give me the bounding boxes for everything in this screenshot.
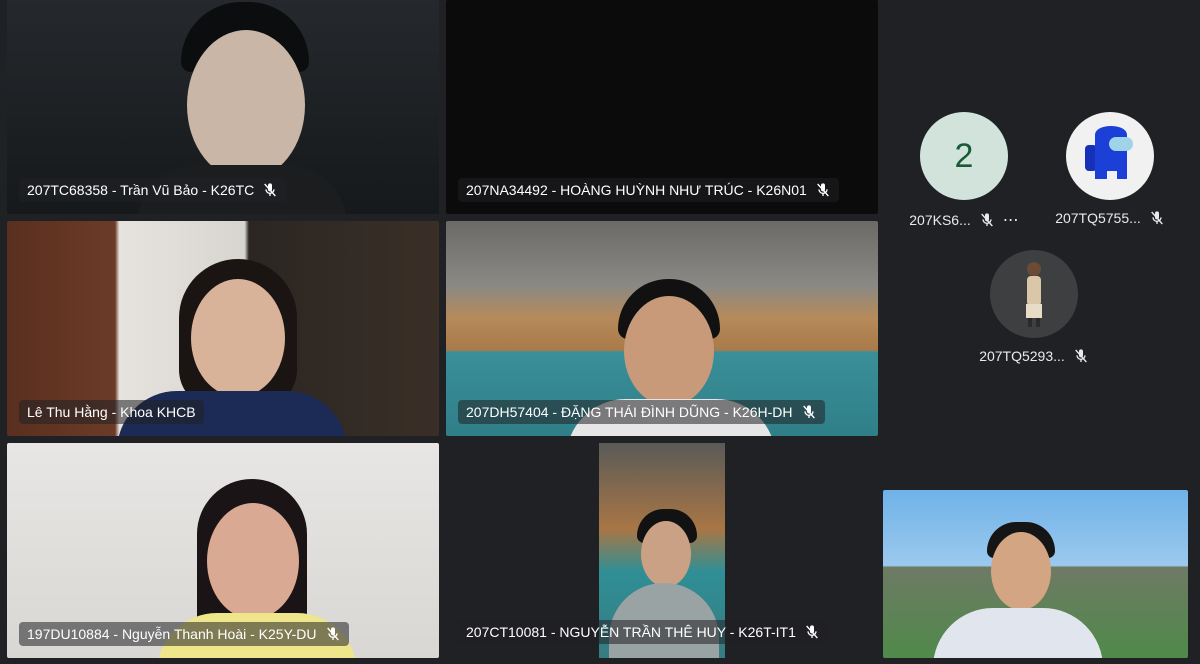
mic-off-icon	[816, 183, 829, 197]
participant-name-tag: Lê Thu Hằng - Khoa KHCB	[19, 400, 204, 424]
sidebar-participant[interactable]: 207TQ5755...	[1040, 112, 1180, 226]
person-face	[641, 521, 691, 587]
video-tile-nguyen-thanh-hoai[interactable]: 197DU10884 - Nguyễn Thanh Hoài - K25Y-DU	[7, 443, 439, 658]
participant-name-tag: 207DH57404 - ĐẶNG THÁI ĐÌNH DŨNG - K26H-…	[458, 400, 825, 424]
mic-off-icon	[802, 405, 815, 419]
among-us-avatar	[1066, 112, 1154, 200]
mic-off-icon	[980, 213, 993, 227]
participant-name-tag: 197DU10884 - Nguyễn Thanh Hoài - K25Y-DU	[19, 622, 349, 646]
illustration-avatar	[990, 250, 1078, 338]
person-face	[207, 503, 299, 619]
self-view-tile[interactable]	[883, 490, 1188, 658]
mic-off-icon	[1150, 211, 1163, 225]
participant-label: 207KS6...	[909, 212, 971, 228]
participant-name: 207TC68358 - Trần Vũ Bảo - K26TC	[27, 182, 255, 198]
mic-off-icon	[326, 627, 339, 641]
participant-name: 207DH57404 - ĐẶNG THÁI ĐÌNH DŨNG - K26H-…	[466, 404, 793, 420]
participant-name-tag: 207CT10081 - NGUYỄN TRẦN THÊ HUY - K26T-…	[458, 620, 828, 644]
overflow-count: 2	[954, 136, 974, 175]
video-tile-le-thu-hang[interactable]: Lê Thu Hằng - Khoa KHCB	[7, 221, 439, 436]
person-face	[191, 279, 285, 397]
person-face	[991, 532, 1051, 610]
participant-name: 207NA34492 - HOÀNG HUỲNH NHƯ TRÚC - K26N…	[466, 182, 807, 198]
participant-name: Lê Thu Hằng - Khoa KHCB	[27, 404, 196, 420]
participant-label: 207TQ5293...	[979, 348, 1065, 364]
overflow-count-avatar: 2	[920, 112, 1008, 200]
among-us-icon	[1085, 126, 1133, 179]
video-tile-hoang-huynh-nhu-truc[interactable]: 207NA34492 - HOÀNG HUỲNH NHƯ TRÚC - K26N…	[446, 0, 878, 214]
person-face	[187, 30, 305, 180]
participant-name-tag: 207TC68358 - Trần Vũ Bảo - K26TC	[19, 178, 287, 202]
participant-label: 207TQ5755...	[1055, 210, 1141, 226]
mic-off-icon	[806, 625, 818, 639]
video-tile-tran-vu-bao[interactable]: 207TC68358 - Trần Vũ Bảo - K26TC	[7, 0, 439, 214]
person-illustration-icon	[1026, 262, 1042, 327]
participant-name: 197DU10884 - Nguyễn Thanh Hoài - K25Y-DU	[27, 626, 317, 642]
sidebar-participant[interactable]: 207TQ5293...	[966, 250, 1102, 364]
mic-off-icon	[1074, 349, 1087, 363]
participant-name-tag: 207NA34492 - HOÀNG HUỲNH NHƯ TRÚC - K26N…	[458, 178, 839, 202]
overflow-participant[interactable]: 2 207KS6... ⋯	[906, 112, 1022, 230]
more-options-icon[interactable]: ⋯	[1003, 210, 1019, 230]
participant-name: 207CT10081 - NGUYỄN TRẦN THÊ HUY - K26T-…	[466, 624, 796, 640]
person-face	[624, 296, 714, 406]
video-tile-dang-thai-dinh-dung[interactable]: 207DH57404 - ĐẶNG THÁI ĐÌNH DŨNG - K26H-…	[446, 221, 878, 436]
mic-off-icon	[264, 183, 277, 197]
